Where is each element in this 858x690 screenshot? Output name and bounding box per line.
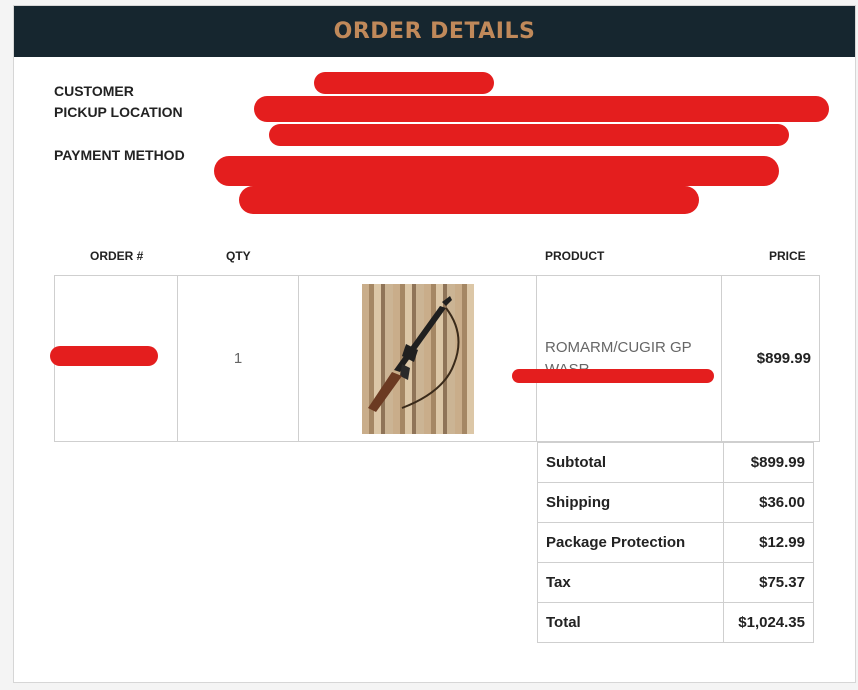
totals-row-subtotal: Subtotal $899.99 (537, 442, 814, 483)
redaction-mark (269, 124, 789, 146)
redaction-mark (254, 96, 829, 122)
totals-row-package-protection: Package Protection $12.99 (537, 522, 814, 563)
package-protection-value: $12.99 (723, 522, 814, 563)
subtotal-label: Subtotal (537, 442, 724, 483)
page-title: ORDER DETAILS (333, 19, 536, 44)
order-details-card: ORDER DETAILS CUSTOMER PICKUP LOCATION P… (13, 5, 856, 683)
redaction-mark (512, 369, 714, 383)
rifle-icon (367, 295, 459, 412)
tax-value: $75.37 (723, 562, 814, 603)
total-label: Total (537, 602, 724, 643)
column-header-price: PRICE (769, 249, 806, 263)
redaction-mark (314, 72, 494, 94)
product-image-cell (298, 275, 537, 442)
redaction-mark (50, 346, 158, 366)
product-image[interactable] (361, 283, 474, 434)
pickup-location-label: PICKUP LOCATION (54, 104, 183, 120)
product-name-cell: ROMARM/CUGIR GP WASR (512, 275, 722, 442)
order-totals-table: Subtotal $899.99 Shipping $36.00 Package… (537, 442, 814, 643)
column-header-qty: QTY (226, 249, 251, 263)
redaction-mark (214, 156, 779, 186)
qty-cell: 1 (177, 275, 299, 442)
shipping-value: $36.00 (723, 482, 814, 523)
column-header-order: ORDER # (90, 249, 144, 263)
order-number-cell (50, 275, 178, 442)
price-cell: $899.99 (721, 275, 820, 442)
totals-row-shipping: Shipping $36.00 (537, 482, 814, 523)
column-header-product: PRODUCT (545, 249, 605, 263)
order-details-header: ORDER DETAILS (14, 6, 855, 57)
package-protection-label: Package Protection (537, 522, 724, 563)
tax-label: Tax (537, 562, 724, 603)
redaction-mark (239, 186, 699, 214)
totals-row-total: Total $1,024.35 (537, 602, 814, 643)
shipping-label: Shipping (537, 482, 724, 523)
total-value: $1,024.35 (723, 602, 814, 643)
table-row: 1 ROMARM/CUGIR GP WASR $899.99 (50, 275, 820, 442)
subtotal-value: $899.99 (723, 442, 814, 483)
customer-label: CUSTOMER (54, 83, 134, 99)
payment-method-label: PAYMENT METHOD (54, 147, 185, 163)
order-items-table: 1 ROMARM/CUGIR GP WASR $899.99 (50, 275, 820, 442)
totals-row-tax: Tax $75.37 (537, 562, 814, 603)
